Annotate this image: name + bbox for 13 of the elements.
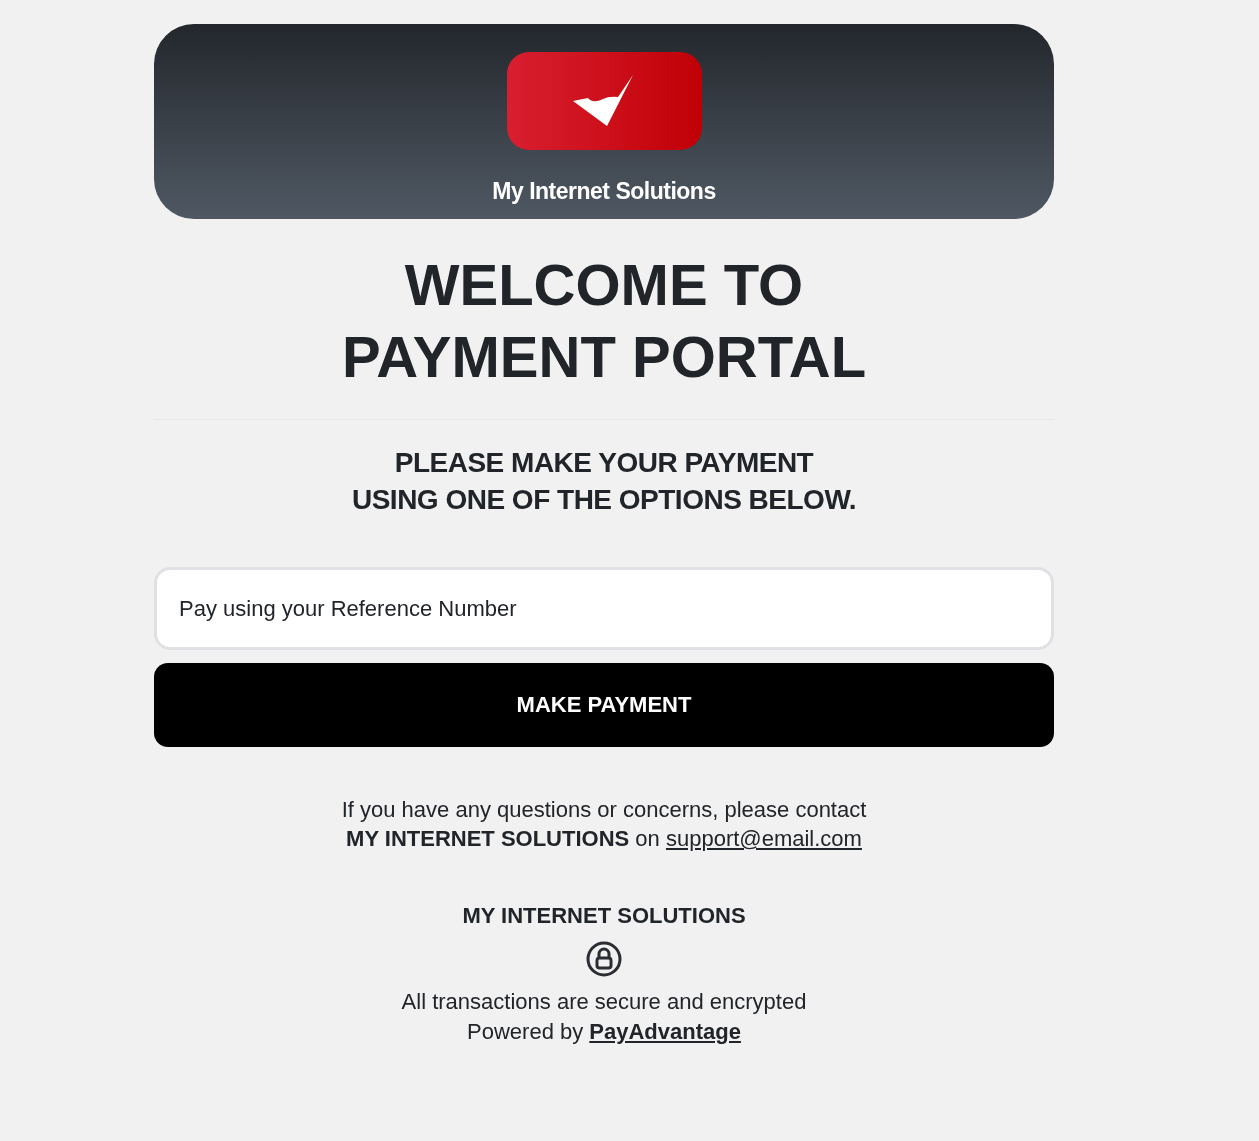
support-email-link[interactable]: support@email.com bbox=[665, 826, 862, 851]
contact-text: If you have any questions or concerns, please contact MY INTERNET SOLUTIONS on support@email.com bbox=[341, 796, 867, 853]
lock-icon bbox=[586, 941, 622, 977]
company-name: MY INTERNET SOLUTIONS bbox=[462, 903, 746, 929]
reference-number-field[interactable]: Pay using your Reference Number bbox=[154, 567, 1054, 650]
page-title: WELCOME TO PAYMENT PORTAL bbox=[341, 251, 867, 391]
brand-name: My Internet Solutions bbox=[492, 178, 716, 205]
provider-link[interactable]: PayAdvantage bbox=[589, 1019, 741, 1044]
make-payment-button[interactable]: MAKE PAYMENT bbox=[154, 663, 1054, 747]
instructions-heading: PLEASE MAKE YOUR PAYMENT USING ONE OF THE OPTIONS BELOW. bbox=[351, 446, 857, 517]
powered-by-text: Powered by PayAdvantage bbox=[467, 1019, 741, 1045]
paper-plane-icon bbox=[573, 74, 635, 128]
security-note: All transactions are secure and encrypted bbox=[401, 989, 807, 1015]
